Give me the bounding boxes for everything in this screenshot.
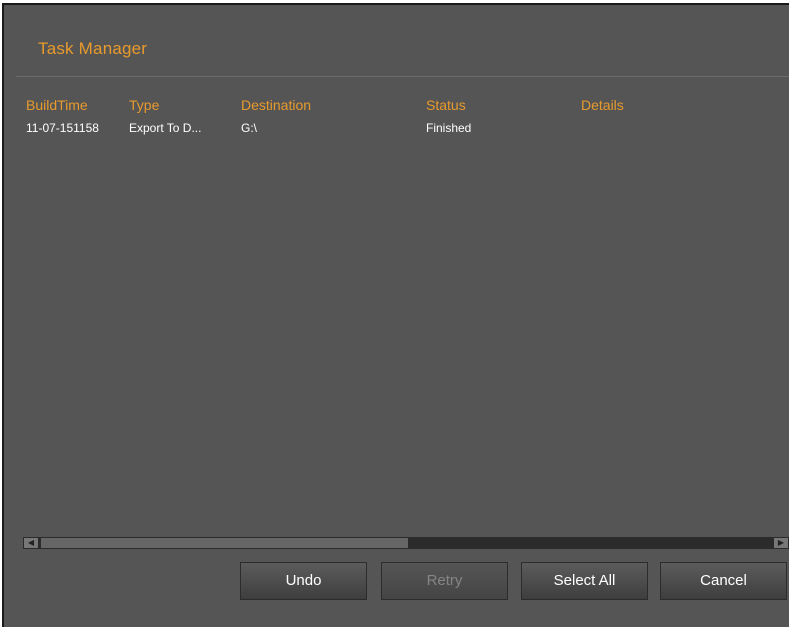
right-arrow-icon[interactable]: ▶ [774,538,788,548]
retry-button[interactable]: Retry [381,562,508,600]
list-header: BuildTime Type Destination Status Detail… [16,83,789,113]
cell-buildtime: 11-07-151158 [26,121,99,135]
cancel-button[interactable]: Cancel [660,562,787,600]
cell-destination: G:\ [241,121,258,135]
title-divider [16,76,789,77]
task-list: BuildTime Type Destination Status Detail… [16,83,789,537]
table-row[interactable]: 11-07-151158 Export To D... G:\ Finished [16,105,789,135]
cell-status: Finished [426,121,472,135]
scrollbar-thumb[interactable] [41,538,408,548]
left-arrow-icon[interactable]: ◀ [24,538,38,548]
window-title: Task Manager [38,39,148,58]
horizontal-scrollbar[interactable]: ◀ ▶ [23,537,789,549]
task-manager-window: Task Manager BuildTime Type Destination … [2,3,789,627]
cell-type: Export To D... [129,121,202,135]
undo-button[interactable]: Undo [240,562,367,600]
select-all-button[interactable]: Select All [521,562,648,600]
